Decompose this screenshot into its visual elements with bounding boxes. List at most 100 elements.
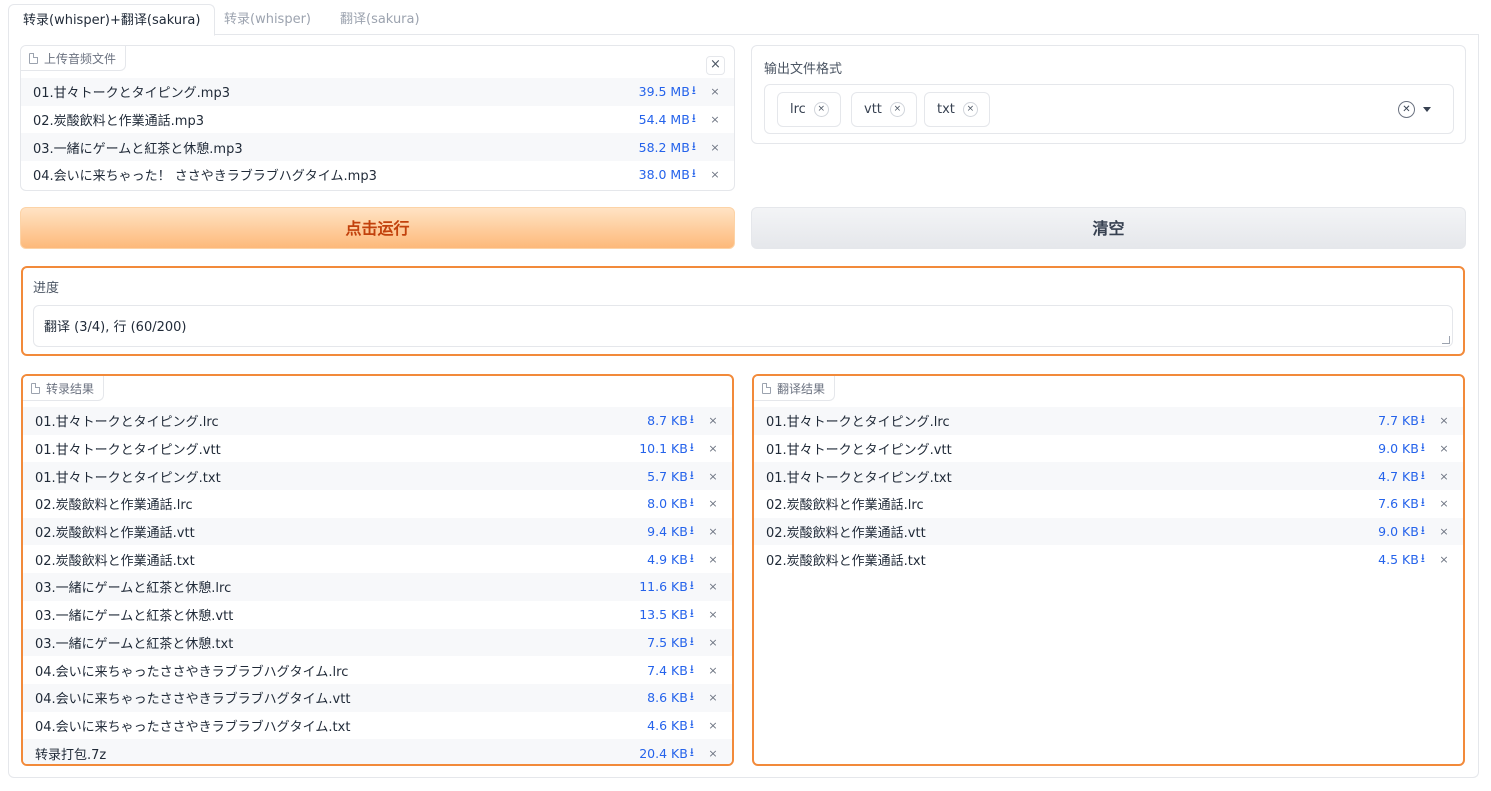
tab-bar: 转录(whisper)+翻译(sakura) 转录(whisper) 翻译(sa…: [8, 4, 1479, 36]
resize-handle[interactable]: [1442, 336, 1450, 344]
file-icon: [31, 382, 40, 394]
upload-label-text: 上传音频文件: [44, 51, 117, 66]
file-row: 04.会いに来ちゃった！ ささやきラブラブハグタイム.mp3 38.0 MB ⭳ ×: [21, 161, 734, 189]
file-download-link[interactable]: 4.9 KB: [647, 552, 688, 567]
file-icon: [29, 52, 38, 64]
remove-file-icon[interactable]: ×: [1425, 497, 1463, 510]
file-row: 04.会いに来ちゃったささやきラブラブハグタイム.lrc 7.4 KB ⭳ ×: [23, 656, 732, 684]
remove-file-icon[interactable]: ×: [696, 113, 734, 126]
file-download-link[interactable]: 7.4 KB: [647, 663, 688, 678]
tab-transcribe[interactable]: 转录(whisper): [210, 4, 325, 35]
file-row: 01.甘々トークとタイピング.mp3 39.5 MB ⭳ ×: [21, 78, 734, 106]
remove-file-icon[interactable]: ×: [694, 580, 732, 593]
file-name: 02.炭酸飲料と作業通話.txt: [35, 553, 195, 569]
file-download-link[interactable]: 7.6 KB: [1378, 496, 1419, 511]
file-download-link[interactable]: 13.5 KB: [639, 607, 688, 622]
remove-file-icon[interactable]: ×: [696, 85, 734, 98]
format-chip-vtt: vtt ×: [851, 92, 917, 127]
file-name: 01.甘々トークとタイピング.mp3: [33, 86, 230, 102]
remove-file-icon[interactable]: ×: [694, 719, 732, 732]
file-download-link[interactable]: 9.0 KB: [1378, 441, 1419, 456]
file-download-link[interactable]: 58.2 MB: [639, 140, 690, 155]
remove-file-icon[interactable]: ×: [694, 525, 732, 538]
file-download-link[interactable]: 7.5 KB: [647, 635, 688, 650]
file-row: 02.炭酸飲料と作業通話.vtt 9.4 KB ⭳ ×: [23, 517, 732, 546]
progress-label: 进度: [33, 281, 60, 296]
format-multiselect[interactable]: lrc × vtt × txt × ✕: [764, 84, 1454, 134]
file-download-link[interactable]: 5.7 KB: [647, 469, 688, 484]
file-row: 01.甘々トークとタイピング.lrc 7.7 KB ⭳ ×: [754, 407, 1463, 435]
remove-file-icon[interactable]: ×: [694, 414, 732, 427]
file-row: 02.炭酸飲料と作業通話.lrc 7.6 KB ⭳ ×: [754, 490, 1463, 518]
file-download-link[interactable]: 20.4 KB: [639, 746, 688, 761]
file-name: 01.甘々トークとタイピング.txt: [35, 470, 221, 486]
format-panel: 输出文件格式 lrc × vtt × txt × ✕: [751, 45, 1466, 144]
remove-chip-icon[interactable]: ×: [889, 102, 905, 117]
file-download-link[interactable]: 8.6 KB: [647, 690, 688, 705]
progress-textbox[interactable]: 翻译 (3/4), 行 (60/200): [33, 305, 1453, 347]
file-download-link[interactable]: 39.5 MB: [639, 84, 690, 99]
file-row: 01.甘々トークとタイピング.vtt 9.0 KB ⭳ ×: [754, 435, 1463, 463]
file-download-link[interactable]: 8.0 KB: [647, 496, 688, 511]
file-name: 03.一緒にゲームと紅茶と休憩.lrc: [35, 581, 232, 597]
file-download-link[interactable]: 7.7 KB: [1378, 413, 1419, 428]
upload-panel: 上传音频文件 × 01.甘々トークとタイピング.mp3 39.5 MB ⭳ × 02.炭…: [20, 45, 735, 191]
file-name: 01.甘々トークとタイピング.vtt: [766, 443, 952, 459]
file-name: 04.会いに来ちゃったささやきラブラブハグタイム.txt: [35, 719, 351, 735]
translate-label-text: 翻译结果: [777, 381, 826, 396]
upload-close-button[interactable]: ×: [706, 56, 725, 75]
remove-file-icon[interactable]: ×: [694, 553, 732, 566]
file-download-link[interactable]: 54.4 MB: [639, 112, 690, 127]
file-name: 02.炭酸飲料と作業通話.txt: [766, 553, 926, 569]
dropdown-caret-icon[interactable]: [1423, 107, 1431, 112]
remove-file-icon[interactable]: ×: [1425, 414, 1463, 427]
file-download-link[interactable]: 11.6 KB: [639, 579, 688, 594]
remove-file-icon[interactable]: ×: [696, 168, 734, 181]
format-label: 输出文件格式: [764, 62, 843, 77]
remove-file-icon[interactable]: ×: [1425, 525, 1463, 538]
run-button[interactable]: 点击运行: [20, 207, 735, 249]
remove-file-icon[interactable]: ×: [694, 442, 732, 455]
clear-button[interactable]: 清空: [751, 207, 1466, 249]
remove-file-icon[interactable]: ×: [696, 141, 734, 154]
file-download-link[interactable]: 4.6 KB: [647, 718, 688, 733]
file-download-link[interactable]: 9.0 KB: [1378, 524, 1419, 539]
file-name: 04.会いに来ちゃったささやきラブラブハグタイム.lrc: [35, 664, 349, 680]
remove-chip-icon[interactable]: ×: [813, 102, 829, 117]
file-download-link[interactable]: 4.7 KB: [1378, 469, 1419, 484]
upload-file-list: 01.甘々トークとタイピング.mp3 39.5 MB ⭳ × 02.炭酸飲料と作業通話.…: [21, 78, 734, 189]
remove-chip-icon[interactable]: ×: [962, 102, 978, 117]
file-download-link[interactable]: 38.0 MB: [639, 167, 690, 182]
remove-file-icon[interactable]: ×: [694, 664, 732, 677]
translate-results-panel: 翻译结果 01.甘々トークとタイピング.lrc 7.7 KB ⭳ × 01.甘々トークと…: [752, 374, 1465, 766]
remove-file-icon[interactable]: ×: [1425, 553, 1463, 566]
file-row: 03.一緒にゲームと紅茶と休憩.vtt 13.5 KB ⭳ ×: [23, 601, 732, 629]
remove-file-icon[interactable]: ×: [1425, 442, 1463, 455]
file-download-link[interactable]: 9.4 KB: [647, 524, 688, 539]
remove-file-icon[interactable]: ×: [694, 691, 732, 704]
file-row: 01.甘々トークとタイピング.txt 4.7 KB ⭳ ×: [754, 462, 1463, 491]
remove-file-icon[interactable]: ×: [1425, 470, 1463, 483]
transcribe-results-panel: 转录结果 01.甘々トークとタイピング.lrc 8.7 KB ⭳ × 01.甘々トークと…: [21, 374, 734, 766]
remove-file-icon[interactable]: ×: [694, 608, 732, 621]
tab-transcribe-translate[interactable]: 转录(whisper)+翻译(sakura): [8, 4, 216, 36]
tab-translate[interactable]: 翻译(sakura): [326, 4, 434, 35]
clear-all-icon[interactable]: ✕: [1398, 101, 1415, 118]
file-name: 03.一緒にゲームと紅茶と休憩.txt: [35, 636, 234, 652]
file-download-link[interactable]: 10.1 KB: [639, 441, 688, 456]
file-name: 04.会いに来ちゃった！ ささやきラブラブハグタイム.mp3: [33, 169, 377, 185]
file-name: 03.一緒にゲームと紅茶と休憩.mp3: [33, 141, 243, 157]
chip-label: txt: [937, 102, 955, 117]
file-row: 03.一緒にゲームと紅茶と休憩.mp3 58.2 MB ⭳ ×: [21, 133, 734, 162]
remove-file-icon[interactable]: ×: [694, 497, 732, 510]
remove-file-icon[interactable]: ×: [694, 470, 732, 483]
file-row: 01.甘々トークとタイピング.lrc 8.7 KB ⭳ ×: [23, 407, 732, 435]
file-name: 01.甘々トークとタイピング.vtt: [35, 443, 221, 459]
file-download-link[interactable]: 8.7 KB: [647, 413, 688, 428]
chip-label: vtt: [864, 102, 882, 117]
file-download-link[interactable]: 4.5 KB: [1378, 552, 1419, 567]
remove-file-icon[interactable]: ×: [694, 636, 732, 649]
remove-file-icon[interactable]: ×: [694, 747, 732, 760]
file-row: 02.炭酸飲料と作業通話.mp3 54.4 MB ⭳ ×: [21, 106, 734, 134]
file-icon: [762, 382, 771, 394]
